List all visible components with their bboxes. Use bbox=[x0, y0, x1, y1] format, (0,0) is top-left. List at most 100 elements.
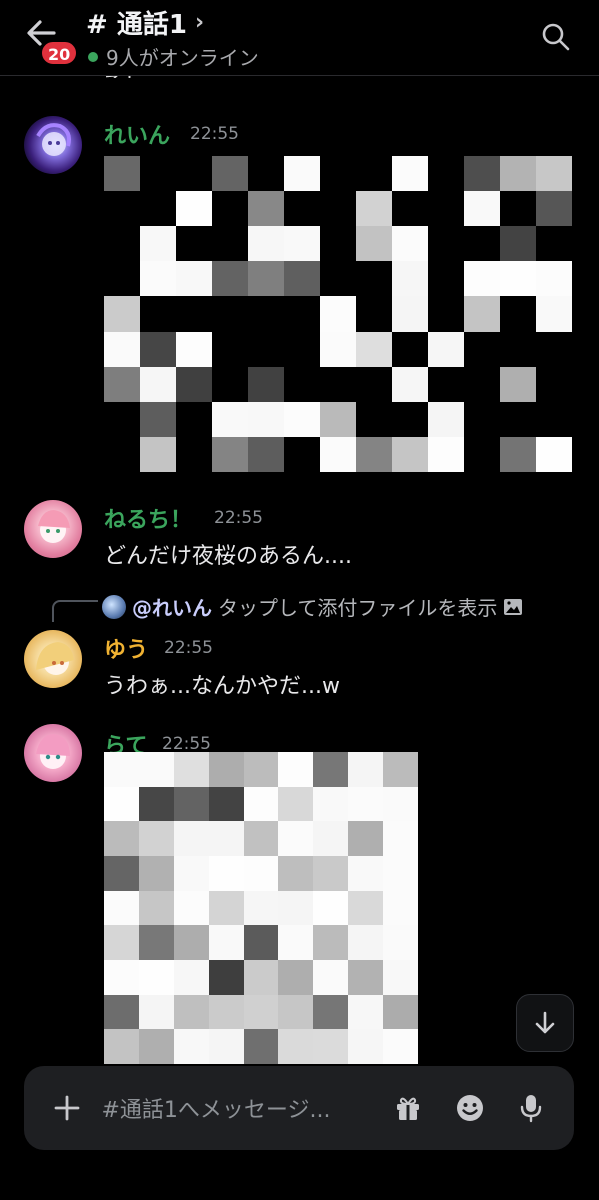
image-icon bbox=[504, 598, 523, 615]
mosaic-cell bbox=[173, 821, 210, 857]
add-attachment-button[interactable] bbox=[42, 1083, 92, 1133]
mosaic-cell bbox=[464, 296, 501, 333]
mosaic-cell bbox=[248, 296, 285, 333]
mosaic-cell bbox=[348, 925, 384, 961]
mosaic-cell bbox=[140, 156, 177, 192]
mosaic-cell bbox=[536, 191, 572, 227]
mosaic-cell bbox=[243, 994, 279, 1030]
mosaic-cell bbox=[356, 366, 393, 403]
unread-badge: 20 bbox=[40, 40, 79, 66]
mosaic-cell bbox=[104, 296, 141, 333]
mosaic-cell bbox=[208, 752, 245, 788]
mosaic-cell bbox=[428, 436, 465, 472]
mosaic-cell bbox=[348, 890, 384, 926]
gift-button[interactable] bbox=[384, 1083, 434, 1133]
mosaic-cell bbox=[248, 401, 285, 438]
mosaic-cell bbox=[212, 226, 249, 262]
mosaic-cell bbox=[243, 925, 279, 961]
mosaic-cell bbox=[320, 226, 357, 262]
mosaic-cell bbox=[500, 296, 537, 333]
mosaic-cell bbox=[392, 436, 429, 472]
mosaic-cell bbox=[248, 331, 285, 368]
mosaic-cell bbox=[500, 366, 537, 403]
channel-title[interactable]: # 通話1 › bbox=[86, 4, 204, 41]
mosaic-cell bbox=[212, 436, 249, 472]
mosaic-cell bbox=[392, 191, 429, 227]
mosaic-cell bbox=[500, 401, 537, 438]
mosaic-cell bbox=[284, 331, 321, 368]
avatar[interactable] bbox=[24, 630, 82, 688]
username[interactable]: れいん bbox=[104, 118, 170, 150]
mosaic-cell bbox=[208, 786, 245, 822]
mosaic-cell bbox=[500, 331, 537, 368]
mosaic-cell bbox=[104, 1029, 140, 1064]
search-button[interactable] bbox=[541, 22, 571, 52]
mosaic-cell bbox=[173, 994, 210, 1030]
mosaic-cell bbox=[104, 890, 140, 926]
message-input[interactable]: #通話1へメッセージ... bbox=[102, 1092, 372, 1124]
mosaic-cell bbox=[284, 156, 321, 192]
mosaic-cell bbox=[536, 366, 572, 403]
mosaic-cell bbox=[428, 261, 465, 297]
mosaic-cell bbox=[536, 261, 572, 297]
scroll-to-bottom-button[interactable] bbox=[516, 994, 574, 1052]
mosaic-cell bbox=[313, 994, 349, 1030]
username[interactable]: ゆう bbox=[104, 632, 148, 664]
mosaic-cell bbox=[392, 401, 429, 438]
emoji-button[interactable] bbox=[445, 1083, 495, 1133]
mosaic-cell bbox=[320, 366, 357, 403]
mosaic-cell bbox=[383, 786, 418, 822]
username[interactable]: ねるち！ bbox=[104, 502, 192, 534]
mosaic-cell bbox=[243, 890, 279, 926]
channel-name: # 通話1 bbox=[86, 10, 187, 40]
mosaic-cell bbox=[320, 296, 357, 333]
chevron-right-icon: › bbox=[194, 10, 205, 35]
mosaic-cell bbox=[348, 994, 384, 1030]
mosaic-cell bbox=[348, 821, 384, 857]
avatar[interactable] bbox=[24, 116, 82, 174]
mosaic-cell bbox=[212, 296, 249, 333]
image-attachment[interactable] bbox=[104, 156, 572, 472]
mosaic-cell bbox=[348, 786, 384, 822]
timestamp: 22:55 bbox=[164, 638, 213, 658]
mosaic-cell bbox=[278, 925, 314, 961]
mosaic-cell bbox=[104, 331, 141, 368]
mosaic-cell bbox=[313, 890, 349, 926]
mosaic-cell bbox=[248, 436, 285, 472]
mosaic-cell bbox=[138, 994, 175, 1030]
reply-mention: @れいん bbox=[132, 596, 212, 620]
reply-preview[interactable]: @れいん タップして添付ファイルを表示 bbox=[102, 592, 523, 621]
mosaic-cell bbox=[140, 191, 177, 227]
mosaic-cell bbox=[173, 925, 210, 961]
mosaic-cell bbox=[173, 1029, 210, 1064]
mosaic-cell bbox=[138, 821, 175, 857]
mosaic-cell bbox=[464, 401, 501, 438]
mosaic-cell bbox=[536, 156, 572, 192]
mosaic-cell bbox=[392, 331, 429, 368]
mosaic-cell bbox=[173, 856, 210, 892]
mosaic-cell bbox=[284, 401, 321, 438]
image-attachment[interactable] bbox=[104, 752, 418, 1064]
mosaic-cell bbox=[536, 401, 572, 438]
mosaic-cell bbox=[140, 226, 177, 262]
mosaic-cell bbox=[320, 261, 357, 297]
mosaic-cell bbox=[176, 331, 213, 368]
mosaic-cell bbox=[140, 366, 177, 403]
mosaic-cell bbox=[428, 156, 465, 192]
voice-message-button[interactable] bbox=[507, 1083, 557, 1133]
mosaic-cell bbox=[392, 366, 429, 403]
mosaic-cell bbox=[356, 156, 393, 192]
mosaic-cell bbox=[176, 156, 213, 192]
mosaic-cell bbox=[278, 821, 314, 857]
mosaic-cell bbox=[284, 226, 321, 262]
mosaic-cell bbox=[428, 366, 465, 403]
message-composer: #通話1へメッセージ... bbox=[24, 1066, 574, 1150]
mosaic-cell bbox=[356, 401, 393, 438]
mosaic-cell bbox=[428, 296, 465, 333]
avatar[interactable] bbox=[24, 724, 82, 782]
mosaic-cell bbox=[278, 786, 314, 822]
mosaic-cell bbox=[464, 436, 501, 472]
mosaic-cell bbox=[138, 786, 175, 822]
avatar[interactable] bbox=[24, 500, 82, 558]
timestamp: 22:55 bbox=[162, 734, 211, 754]
